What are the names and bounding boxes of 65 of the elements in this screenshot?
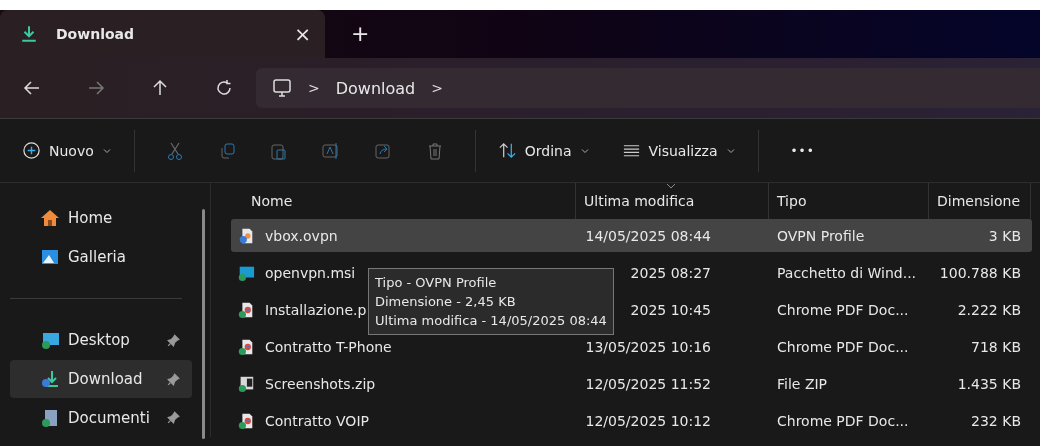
- zip-file-icon: [237, 374, 255, 393]
- pin-icon[interactable]: [167, 411, 180, 425]
- pin-icon[interactable]: [167, 333, 180, 347]
- document-icon: [40, 407, 60, 428]
- table-cell: 12/05/2025 11:52: [585, 375, 711, 392]
- new-tab-button[interactable]: +: [351, 21, 370, 46]
- rename-icon[interactable]: [320, 140, 341, 161]
- table-cell: Chrome PDF Doc...: [777, 412, 909, 429]
- table-cell: File ZIP: [777, 375, 828, 392]
- tab-title: Download: [56, 26, 136, 42]
- sidebar-item[interactable]: Desktop: [10, 321, 192, 360]
- more-button[interactable]: •••: [782, 137, 823, 164]
- file-name: Screenshots.zip: [265, 375, 376, 392]
- file-name: Installazione.p: [265, 301, 367, 318]
- table-cell: 12/05/2025 10:12: [585, 412, 711, 429]
- monitor-icon: [272, 78, 292, 98]
- file-name: Contratto T-Phone: [265, 338, 392, 355]
- table-cell: 2.222 KB: [957, 301, 1021, 318]
- pin-icon[interactable]: [167, 372, 180, 386]
- desktop-icon: [40, 330, 60, 351]
- table-cell: 2025 08:27: [630, 264, 711, 281]
- tooltip-line: Tipo - OVPN Profile: [375, 274, 498, 292]
- view-button[interactable]: Visualizza: [613, 135, 744, 166]
- table-cell: 718 KB: [971, 338, 1021, 355]
- tooltip-line: Dimensione - 2,45 KB: [375, 293, 517, 311]
- new-button[interactable]: Nuovo: [14, 135, 120, 166]
- table-cell: OVPN Profile: [777, 227, 865, 244]
- file-name: Contratto VOIP: [265, 412, 369, 429]
- browser-tab[interactable]: Download ×: [0, 10, 325, 58]
- breadcrumb-separator[interactable]: >: [431, 80, 443, 96]
- sidebar-item[interactable]: Home: [10, 199, 192, 238]
- sort-arrows-icon: [497, 141, 517, 160]
- table-cell: Chrome PDF Doc...: [777, 301, 909, 318]
- table-cell: 2025 10:45: [630, 301, 711, 318]
- download-icon: [20, 25, 38, 43]
- download-icon: [40, 369, 60, 390]
- address-bar[interactable]: > Download >: [256, 68, 1040, 108]
- sort-button[interactable]: Ordina: [489, 135, 598, 166]
- tooltip-line: Ultima modifica - 14/05/2025 08:44: [375, 312, 607, 330]
- table-cell: 13/05/2025 10:16: [585, 338, 711, 355]
- sidebar-item[interactable]: Download: [10, 359, 192, 399]
- sidebar-item[interactable]: Galleria: [10, 237, 192, 277]
- refresh-icon[interactable]: [214, 78, 234, 98]
- file-name: vbox.ovpn: [265, 227, 338, 244]
- table-cell: 232 KB: [971, 412, 1021, 429]
- table-cell: 3 KB: [988, 227, 1021, 244]
- breadcrumb-separator: >: [308, 80, 320, 96]
- pdf-file-icon: [237, 300, 255, 319]
- table-cell: 14/05/2025 08:44: [585, 227, 711, 244]
- scrollbar[interactable]: [202, 209, 205, 439]
- file-name: openvpn.msi: [265, 264, 356, 281]
- house-icon: [40, 208, 60, 229]
- plus-circle-icon: [22, 141, 41, 160]
- file-row[interactable]: vbox.ovpn 14/05/2025 08:44 OVPN Profile 3 KB: [231, 219, 1032, 252]
- table-cell: Pacchetto di Wind...: [777, 264, 917, 281]
- table-cell: 100.788 KB: [939, 264, 1021, 281]
- sort-chevron-icon: [666, 183, 676, 189]
- table-cell: Chrome PDF Doc...: [777, 338, 909, 355]
- table-cell: 1.435 KB: [957, 375, 1021, 392]
- close-tab-button[interactable]: ×: [294, 22, 311, 46]
- file-icon: [237, 226, 255, 245]
- breadcrumb-item[interactable]: Download: [335, 78, 416, 98]
- pdf-file-icon: [237, 411, 255, 430]
- pdf-file-icon: [237, 337, 255, 356]
- sidebar-item[interactable]: Documenti: [10, 398, 192, 437]
